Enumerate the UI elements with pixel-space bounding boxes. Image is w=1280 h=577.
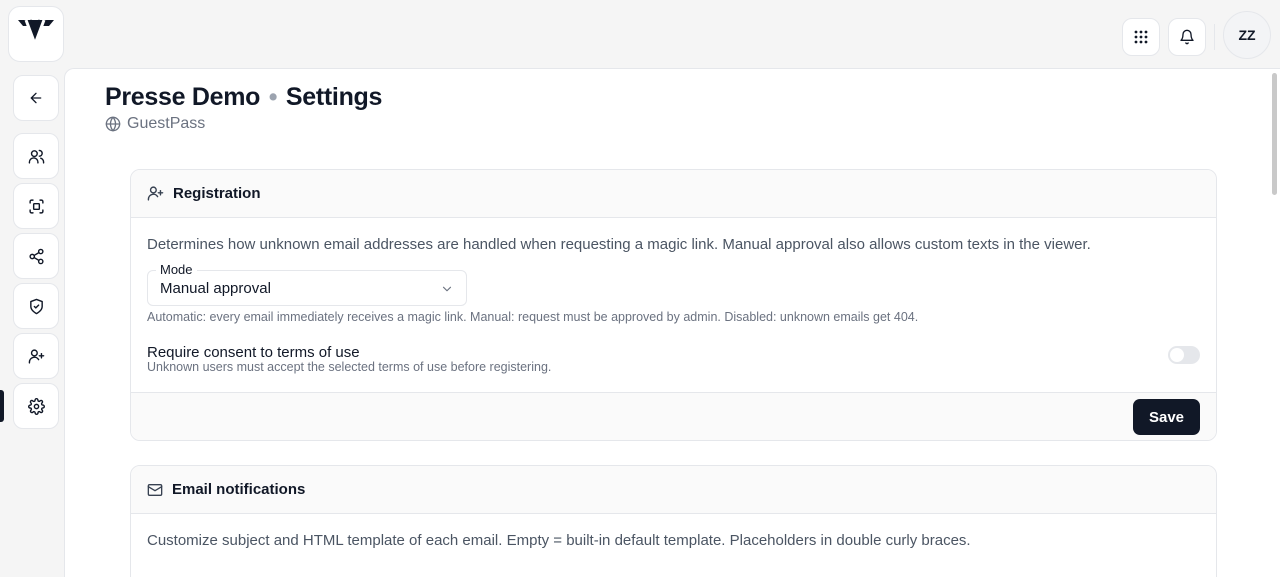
users-icon: [28, 149, 44, 164]
email-notifications-title: Email notifications: [172, 481, 306, 498]
email-notifications-card: Email notifications Customize subject an…: [130, 465, 1217, 577]
scrollbar[interactable]: [1272, 73, 1277, 195]
main-panel: Presse Demo • Settings GuestPass Registr…: [64, 68, 1280, 577]
brand-logo[interactable]: [8, 6, 64, 62]
mode-value: Manual approval: [160, 280, 271, 297]
mode-helper-text: Automatic: every email immediately recei…: [147, 310, 919, 324]
apps-button[interactable]: [1122, 18, 1160, 56]
page-title-separator: •: [268, 83, 278, 111]
sidebar-item-share[interactable]: [13, 233, 59, 279]
registration-title: Registration: [173, 185, 261, 202]
sidebar-item-settings[interactable]: [13, 383, 59, 429]
user-plus-icon: [28, 348, 44, 364]
consent-toggle[interactable]: [1168, 346, 1200, 364]
avatar[interactable]: ZZ: [1223, 11, 1271, 59]
mail-icon: [147, 483, 163, 496]
bell-icon: [1180, 29, 1194, 45]
top-actions: ZZ: [1122, 11, 1271, 59]
gear-icon: [27, 397, 45, 415]
user-plus-icon: [147, 186, 164, 201]
globe-icon: [105, 116, 121, 132]
sidebar-item-security[interactable]: [13, 283, 59, 329]
sidebar-item-add-user[interactable]: [13, 333, 59, 379]
logo-mark-icon: [18, 19, 54, 49]
save-button[interactable]: Save: [1133, 399, 1200, 435]
arrow-left-icon: [30, 92, 42, 104]
page-subtitle: GuestPass: [105, 115, 205, 133]
registration-card: Registration Determines how unknown emai…: [130, 169, 1217, 441]
email-notifications-description: Customize subject and HTML template of e…: [147, 532, 971, 549]
toggle-knob: [1170, 348, 1184, 362]
share-icon: [28, 248, 44, 264]
header-divider: [1214, 24, 1215, 50]
notifications-button[interactable]: [1168, 18, 1206, 56]
registration-footer: Save: [131, 392, 1216, 440]
consent-title: Require consent to terms of use: [147, 344, 360, 361]
email-notifications-header: Email notifications: [131, 466, 1216, 514]
page-title-section: Settings: [285, 83, 383, 111]
page-title-main: Presse Demo: [105, 83, 261, 111]
sidebar-item-back[interactable]: [13, 75, 59, 121]
grid-dots-icon: [1134, 30, 1148, 44]
mode-label: Mode: [156, 262, 197, 278]
shield-check-icon: [29, 298, 43, 314]
scan-face-icon: [28, 198, 44, 214]
subtitle-text: GuestPass: [127, 115, 206, 132]
page-title: Presse Demo • Settings: [105, 83, 382, 112]
registration-header: Registration: [131, 170, 1216, 218]
registration-description: Determines how unknown email addresses a…: [147, 236, 1091, 253]
active-indicator: [0, 390, 4, 422]
sidebar-item-scan[interactable]: [13, 183, 59, 229]
mode-select[interactable]: Mode Manual approval: [147, 262, 467, 306]
consent-description: Unknown users must accept the selected t…: [147, 360, 552, 374]
chevron-down-icon: [442, 286, 452, 292]
sidebar-item-users[interactable]: [13, 133, 59, 179]
